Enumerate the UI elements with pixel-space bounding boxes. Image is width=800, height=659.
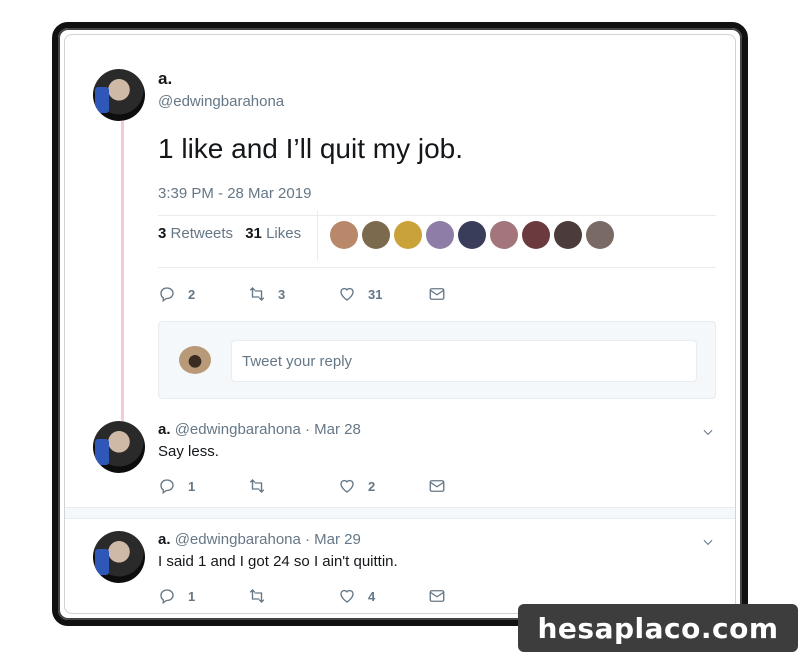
dm-icon: [428, 477, 446, 495]
liker-avatar[interactable]: [490, 221, 518, 249]
retweet-button[interactable]: [248, 587, 338, 605]
dm-icon: [428, 285, 446, 303]
reply-text: Say less.: [158, 443, 219, 460]
liker-avatars: [330, 221, 614, 249]
like-icon: [338, 587, 356, 605]
chevron-down-icon[interactable]: [701, 535, 715, 549]
likes-stat[interactable]: 31 Likes: [245, 225, 301, 242]
chevron-down-icon[interactable]: [701, 425, 715, 439]
reply-icon: [158, 477, 176, 495]
thread-separator: [65, 507, 735, 519]
tweet-text: 1 like and I’ll quit my job.: [158, 133, 464, 164]
screenshot-frame: a. @edwingbarahona 1 like and I’ll quit …: [52, 22, 748, 626]
liker-avatar[interactable]: [586, 221, 614, 249]
retweet-icon: [248, 285, 266, 303]
reply-actions: 1 2: [158, 477, 518, 495]
retweet-icon: [248, 477, 266, 495]
liker-avatar[interactable]: [362, 221, 390, 249]
retweet-button[interactable]: [248, 477, 338, 495]
like-count: 31: [368, 286, 383, 302]
liker-avatar[interactable]: [522, 221, 550, 249]
reply-icon: [158, 285, 176, 303]
reply-icon: [158, 587, 176, 605]
stats-divider: [317, 211, 318, 261]
reply-header: a. @edwingbarahona · Mar 29: [158, 531, 361, 548]
reply-text: I said 1 and I got 24 so I ain't quittin…: [158, 553, 398, 570]
divider: [158, 215, 716, 216]
retweet-count: 3: [278, 286, 286, 302]
reply-handle[interactable]: @edwingbarahona: [175, 531, 301, 548]
like-button[interactable]: 4: [338, 587, 428, 605]
reply-date[interactable]: · Mar 28: [305, 421, 361, 438]
like-icon: [338, 285, 356, 303]
reply-actions: 1 4: [158, 587, 518, 605]
user-avatar[interactable]: [179, 346, 211, 374]
liker-avatar[interactable]: [458, 221, 486, 249]
avatar[interactable]: [93, 69, 145, 121]
tweet-card: a. @edwingbarahona 1 like and I’ll quit …: [64, 34, 736, 614]
reply-button[interactable]: 1: [158, 587, 248, 605]
reply-button[interactable]: 2: [158, 285, 248, 303]
reply-input[interactable]: [231, 340, 697, 382]
reply-display-name[interactable]: a.: [158, 421, 171, 438]
reply-button[interactable]: 1: [158, 477, 248, 495]
reply-count: 1: [188, 588, 196, 604]
reply-composer: [158, 321, 716, 399]
liker-avatar[interactable]: [426, 221, 454, 249]
liker-avatar[interactable]: [554, 221, 582, 249]
like-button[interactable]: 2: [338, 477, 428, 495]
like-count: 2: [368, 478, 376, 494]
like-button[interactable]: 31: [338, 285, 428, 303]
handle[interactable]: @edwingbarahona: [158, 93, 284, 110]
liker-avatar[interactable]: [330, 221, 358, 249]
reply-avatar[interactable]: [93, 531, 145, 583]
tweet-timestamp[interactable]: 3:39 PM - 28 Mar 2019: [158, 185, 311, 202]
dm-button[interactable]: [428, 587, 518, 605]
reply-handle[interactable]: @edwingbarahona: [175, 421, 301, 438]
engagement-stats: 3 Retweets 31 Likes: [158, 225, 301, 242]
reply-display-name[interactable]: a.: [158, 531, 171, 548]
thread-line: [121, 121, 124, 421]
liker-avatar[interactable]: [394, 221, 422, 249]
reply-avatar[interactable]: [93, 421, 145, 473]
tweet-actions: 2 3 31: [158, 285, 518, 303]
reply-count: 2: [188, 286, 196, 302]
dm-button[interactable]: [428, 477, 518, 495]
dm-button[interactable]: [428, 285, 518, 303]
display-name[interactable]: a.: [158, 69, 172, 89]
retweets-stat[interactable]: 3 Retweets: [158, 225, 233, 242]
dm-icon: [428, 587, 446, 605]
retweet-button[interactable]: 3: [248, 285, 338, 303]
watermark: hesaplaco.com: [518, 604, 798, 652]
retweet-icon: [248, 587, 266, 605]
like-count: 4: [368, 588, 376, 604]
reply-count: 1: [188, 478, 196, 494]
reply-date[interactable]: · Mar 29: [305, 531, 361, 548]
divider: [158, 267, 716, 268]
like-icon: [338, 477, 356, 495]
reply-header: a. @edwingbarahona · Mar 28: [158, 421, 361, 438]
